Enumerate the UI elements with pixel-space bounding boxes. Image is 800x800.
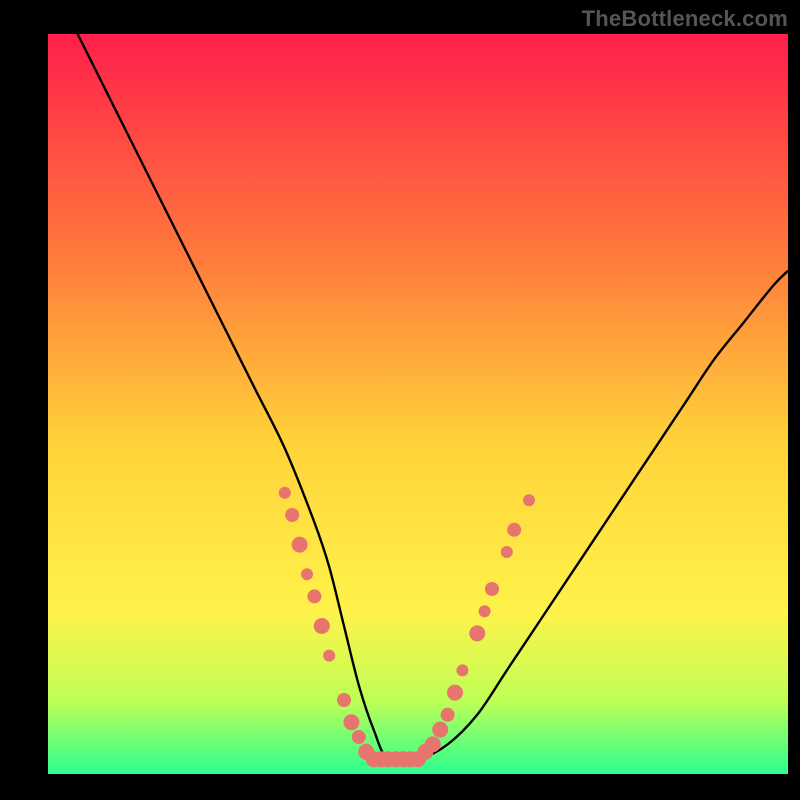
marker-point [469, 625, 485, 641]
marker-point [432, 722, 448, 738]
marker-point [456, 664, 468, 676]
marker-point [485, 582, 499, 596]
marker-point [441, 708, 455, 722]
marker-point [501, 546, 513, 558]
watermark-text: TheBottleneck.com [582, 6, 788, 32]
marker-point [285, 508, 299, 522]
gradient-background [48, 34, 788, 774]
marker-point [507, 523, 521, 537]
marker-point [425, 736, 441, 752]
plot-area [48, 34, 788, 774]
marker-point [292, 537, 308, 553]
marker-point [301, 568, 313, 580]
chart-container: TheBottleneck.com [0, 0, 800, 800]
marker-point [337, 693, 351, 707]
marker-point [479, 605, 491, 617]
marker-point [343, 714, 359, 730]
marker-point [307, 589, 321, 603]
marker-point [323, 650, 335, 662]
marker-point [279, 487, 291, 499]
chart-svg [48, 34, 788, 774]
marker-point [523, 494, 535, 506]
marker-point [352, 730, 366, 744]
marker-point [314, 618, 330, 634]
marker-point [447, 685, 463, 701]
